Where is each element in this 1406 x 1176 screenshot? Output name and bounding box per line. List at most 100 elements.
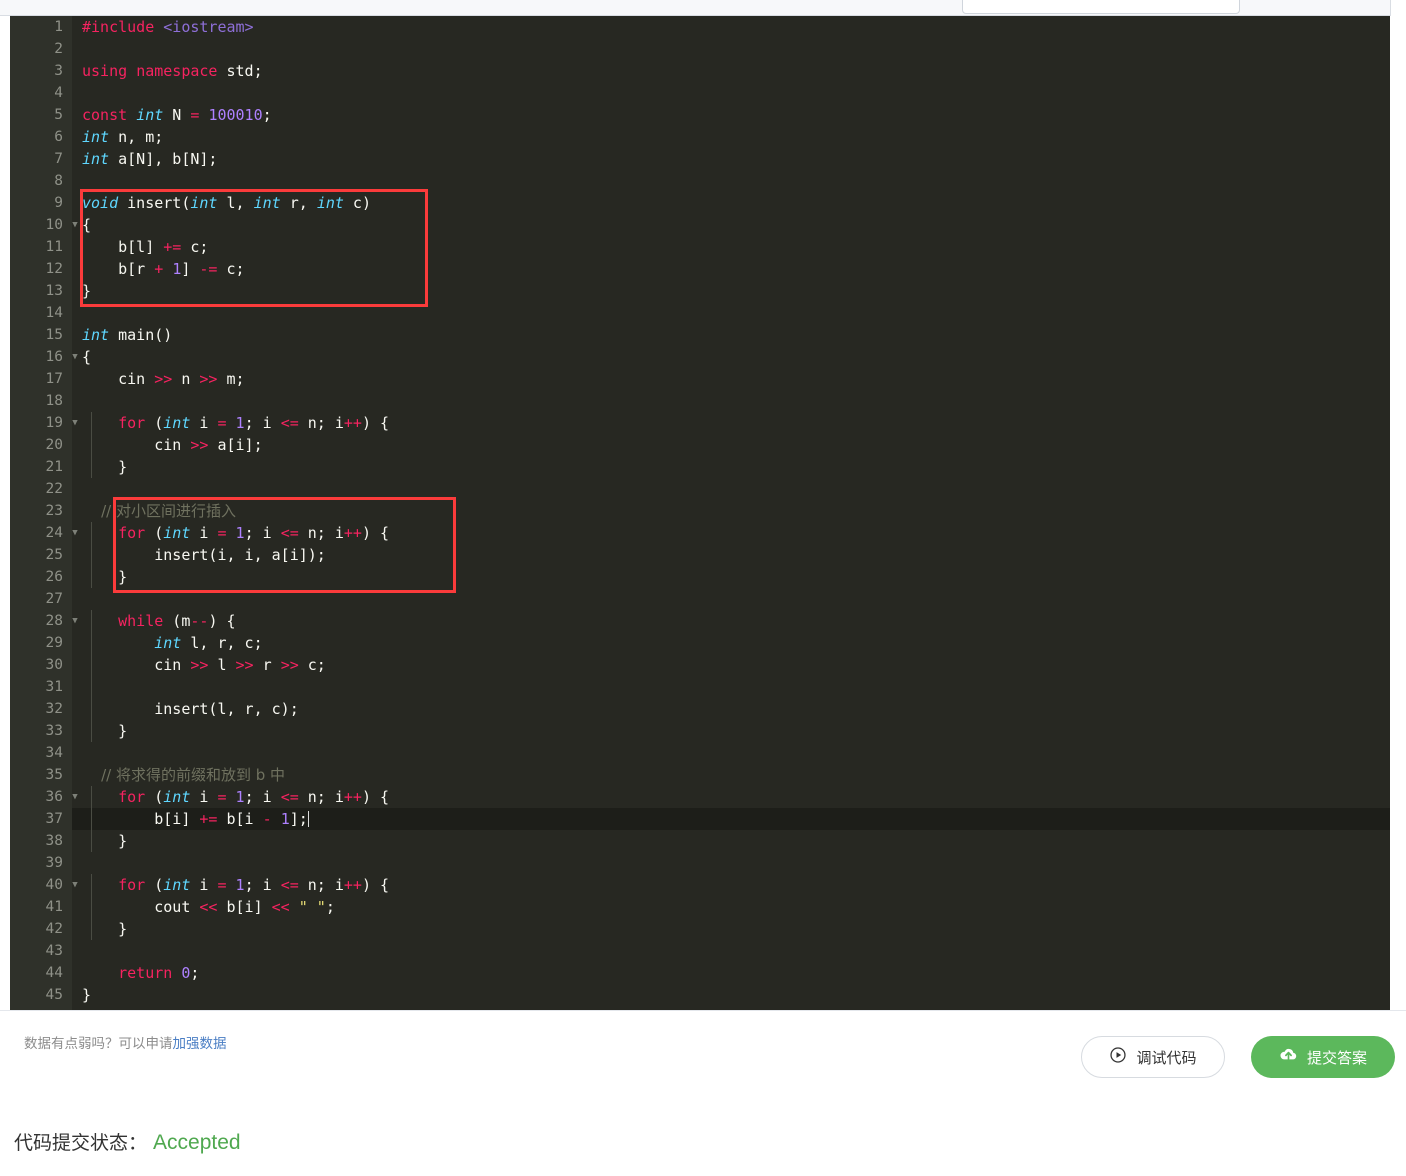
code-line[interactable]: int main() [72,324,1390,346]
code-line[interactable]: cin >> a[i]; [72,434,1390,456]
code-line[interactable]: for (int i = 1; i <= n; i++) { [72,412,1390,434]
code-token: i [190,524,218,542]
code-token: >> [235,656,254,674]
line-number-gutter[interactable]: 1 2 3 4 5 6 7 8 9 10 ▼ 11 12 13 14 15 16 ▼ 17 18 19 ▼ 20 21 22 23… [10,16,78,1010]
code-content-area[interactable]: #include <iostream> using namespace std; c… [72,16,1390,1010]
code-line[interactable]: } [72,280,1390,302]
code-line[interactable]: b[r + 1] -= c; [72,258,1390,280]
code-line[interactable]: cout << b[i] << " "; [72,896,1390,918]
code-line[interactable]: int a[N], b[N]; [72,148,1390,170]
code-token: namespace [136,62,218,80]
code-token: ) { [361,414,390,432]
code-line[interactable] [72,742,1390,764]
code-line[interactable] [72,588,1390,610]
code-token: n; i [298,524,344,542]
code-line[interactable]: int l, r, c; [72,632,1390,654]
code-line[interactable]: { [72,214,1390,236]
code-line[interactable]: while (m--) { [72,610,1390,632]
line-number: 29 [45,635,63,651]
code-token: b[l] [82,238,164,256]
code-token: m; [217,370,245,388]
line-number: 6 [54,129,63,145]
code-token: ) { [361,524,390,542]
code-token: r [253,656,281,674]
code-token: 1 [280,810,290,828]
text-cursor [307,811,309,827]
code-line[interactable]: } [72,984,1390,1006]
code-line[interactable]: using namespace std; [72,60,1390,82]
code-line[interactable] [72,38,1390,60]
code-line[interactable]: // 对小区间进行插入 [72,500,1390,522]
code-line[interactable]: } [72,456,1390,478]
code-token: } [82,832,128,850]
code-token: 1 [235,876,245,894]
indent-guide [91,412,92,434]
code-line[interactable]: #include <iostream> [72,16,1390,38]
code-token: ; [325,898,335,916]
code-line[interactable] [72,82,1390,104]
code-token: <= [280,876,299,894]
code-line[interactable]: } [72,918,1390,940]
code-line[interactable]: void insert(int l, int r, int c) [72,192,1390,214]
code-line[interactable] [72,390,1390,412]
line-number: 26 [45,569,63,585]
code-line[interactable]: cin >> l >> r >> c; [72,654,1390,676]
code-line[interactable]: for (int i = 1; i <= n; i++) { [72,786,1390,808]
code-line[interactable]: insert(i, i, a[i]); [72,544,1390,566]
line-number: 12 [45,261,63,277]
code-token: = [217,414,227,432]
code-line[interactable]: int n, m; [72,126,1390,148]
code-token: cin [82,656,191,674]
code-token: ( [145,414,164,432]
code-line[interactable]: { [72,346,1390,368]
code-line[interactable] [72,676,1390,698]
code-line[interactable] [72,852,1390,874]
indent-guide [91,720,92,742]
code-token: ++ [343,876,362,894]
line-number: 31 [45,679,63,695]
code-line[interactable] [72,302,1390,324]
line-number: 9 [54,195,63,211]
line-number: 44 [45,965,63,981]
code-line[interactable]: } [72,566,1390,588]
line-number: 20 [45,437,63,453]
code-token: = [217,524,227,542]
code-line[interactable]: cin >> n >> m; [72,368,1390,390]
code-line[interactable]: for (int i = 1; i <= n; i++) { [72,874,1390,896]
code-line[interactable]: const int N = 100010; [72,104,1390,126]
code-line[interactable]: b[i] += b[i - 1]; [72,808,1390,830]
code-token: -- [190,612,209,630]
toolbar-input[interactable] [962,0,1240,14]
code-token: for [118,524,146,542]
code-line[interactable]: return 0; [72,962,1390,984]
code-token: ++ [343,788,362,806]
line-number: 1 [54,19,63,35]
code-line[interactable]: // 将求得的前缀和放到 b 中 [72,764,1390,786]
code-token: ( [145,788,164,806]
line-number: 4 [54,85,63,101]
code-token: int [82,128,110,146]
submit-answer-button[interactable]: 提交答案 [1251,1036,1395,1078]
code-token: b[i [217,810,263,828]
code-line[interactable]: b[l] += c; [72,236,1390,258]
code-line[interactable] [72,170,1390,192]
indent-guide [91,786,92,808]
line-number: 43 [45,943,63,959]
code-line[interactable]: } [72,720,1390,742]
submit-answer-button-label: 提交答案 [1306,1048,1367,1067]
code-token: 1 [172,260,182,278]
code-line[interactable] [72,478,1390,500]
code-token: ) { [361,876,390,894]
code-token: ] [181,260,200,278]
code-line[interactable]: } [72,830,1390,852]
code-line[interactable]: insert(l, r, c); [72,698,1390,720]
code-token: main() [109,326,173,344]
code-token: r, [280,194,317,212]
code-line[interactable]: for (int i = 1; i <= n; i++) { [72,522,1390,544]
request-stronger-data-link[interactable]: 加强数据 [173,1036,227,1052]
debug-code-button[interactable]: 调试代码 [1081,1036,1225,1078]
code-line[interactable] [72,940,1390,962]
code-editor[interactable]: 1 2 3 4 5 6 7 8 9 10 ▼ 11 12 13 14 15 16 ▼ 17 18 19 ▼ 20 21 22 23… [10,16,1390,1010]
code-token: += [163,238,182,256]
